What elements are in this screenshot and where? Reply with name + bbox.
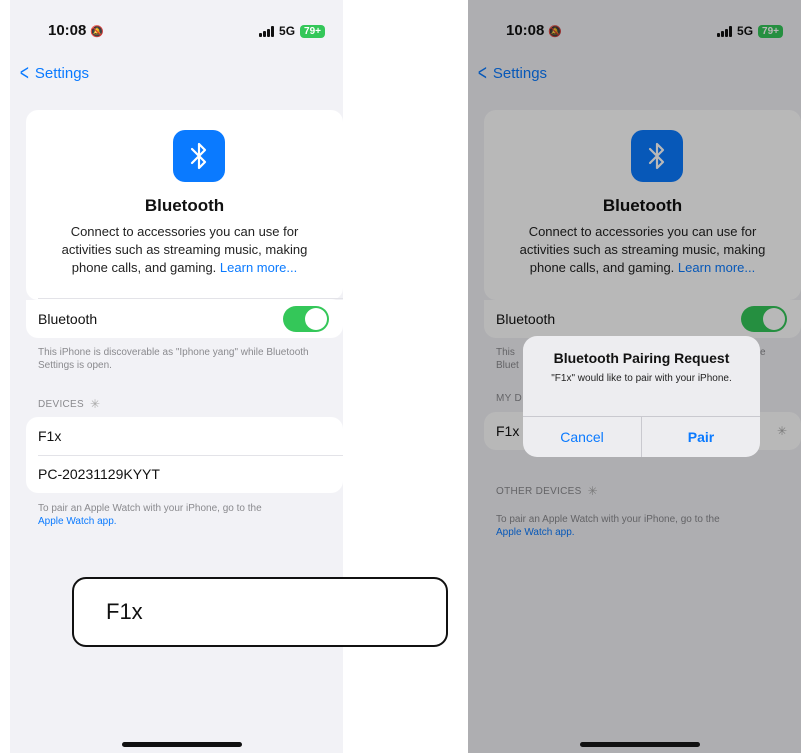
status-time: 10:08 🔕	[506, 22, 563, 39]
status-time: 10:08 🔕	[48, 22, 105, 39]
discoverable-note: This iPhone is discoverable as "Iphone y…	[38, 347, 309, 371]
my-devices-header: MY D	[496, 393, 523, 404]
devices-list: F1x PC-20231129KYYT	[26, 417, 343, 493]
pair-button[interactable]: Pair	[641, 417, 760, 457]
learn-more-link[interactable]: Learn more...	[678, 260, 755, 275]
silent-bell-icon: 🔕	[90, 26, 105, 38]
signal-icon	[717, 25, 733, 37]
battery-icon: 79+	[758, 24, 783, 38]
other-devices-header: OTHER DEVICES ✳	[496, 484, 598, 498]
home-indicator	[122, 742, 242, 747]
back-button[interactable]: < Settings	[476, 60, 548, 85]
signal-icon	[259, 25, 275, 37]
chevron-left-icon: <	[477, 60, 487, 85]
bluetooth-toggle-label: Bluetooth	[38, 311, 98, 327]
page-title: Bluetooth	[602, 196, 683, 215]
bluetooth-description: Connect to accessories you can use for a…	[519, 224, 766, 275]
callout-text: F1x	[106, 599, 143, 624]
network-label: 5G	[737, 24, 754, 38]
bluetooth-icon	[173, 130, 225, 182]
bluetooth-toggle-row: Bluetooth	[26, 300, 343, 338]
back-label: Settings	[492, 64, 548, 82]
right-phone-screen: 10:08 🔕 5G 79+ < Settings Bluetooth Conne…	[468, 0, 801, 753]
status-bar: 10:08 🔕 5G 79+	[468, 22, 801, 44]
apple-watch-app-link[interactable]: Apple Watch app.	[38, 516, 117, 527]
pairing-request-alert: Bluetooth Pairing Request "F1x" would li…	[523, 336, 760, 457]
device-row[interactable]: F1x	[26, 417, 343, 455]
bluetooth-description: Connect to accessories you can use for a…	[61, 224, 308, 275]
status-bar: 10:08 🔕 5G 79+	[10, 22, 343, 44]
alert-title: Bluetooth Pairing Request	[553, 350, 730, 366]
page-title: Bluetooth	[144, 196, 225, 215]
home-indicator	[580, 742, 700, 747]
devices-header: DEVICES ✳	[38, 397, 101, 411]
bluetooth-toggle[interactable]	[741, 306, 787, 332]
back-label: Settings	[34, 64, 90, 82]
cancel-button[interactable]: Cancel	[523, 417, 641, 457]
bluetooth-icon	[631, 130, 683, 182]
bluetooth-toggle-row: Bluetooth	[484, 300, 801, 338]
alert-message: "F1x" would like to pair with your iPhon…	[551, 373, 732, 384]
chevron-left-icon: <	[19, 60, 29, 85]
learn-more-link[interactable]: Learn more...	[220, 260, 297, 275]
apple-watch-note: To pair an Apple Watch with your iPhone,…	[38, 503, 262, 527]
bluetooth-toggle-label: Bluetooth	[496, 311, 556, 327]
discoverable-note-fragment: e	[760, 347, 766, 358]
status-indicators: 5G 79+	[717, 24, 783, 38]
status-indicators: 5G 79+	[259, 24, 325, 38]
device-name: PC-20231129KYYT	[38, 466, 160, 482]
alert-actions: Cancel Pair	[523, 416, 760, 457]
device-name: F1x	[496, 423, 520, 439]
loading-spinner-icon: ✳	[776, 424, 787, 438]
bluetooth-info-card: Bluetooth Connect to accessories you can…	[26, 110, 343, 300]
silent-bell-icon: 🔕	[548, 26, 563, 38]
device-name-callout: F1x	[72, 577, 448, 647]
apple-watch-app-link[interactable]: Apple Watch app.	[496, 527, 575, 538]
device-row[interactable]: PC-20231129KYYT	[26, 455, 343, 493]
device-name: F1x	[38, 428, 62, 444]
apple-watch-note: To pair an Apple Watch with your iPhone,…	[496, 514, 720, 538]
network-label: 5G	[279, 24, 296, 38]
bluetooth-info-card: Bluetooth Connect to accessories you can…	[484, 110, 801, 300]
loading-spinner-icon: ✳	[90, 397, 101, 411]
loading-spinner-icon: ✳	[587, 484, 598, 498]
battery-icon: 79+	[300, 24, 325, 38]
bluetooth-toggle[interactable]	[283, 306, 329, 332]
back-button[interactable]: < Settings	[18, 60, 90, 85]
divider	[38, 298, 343, 299]
